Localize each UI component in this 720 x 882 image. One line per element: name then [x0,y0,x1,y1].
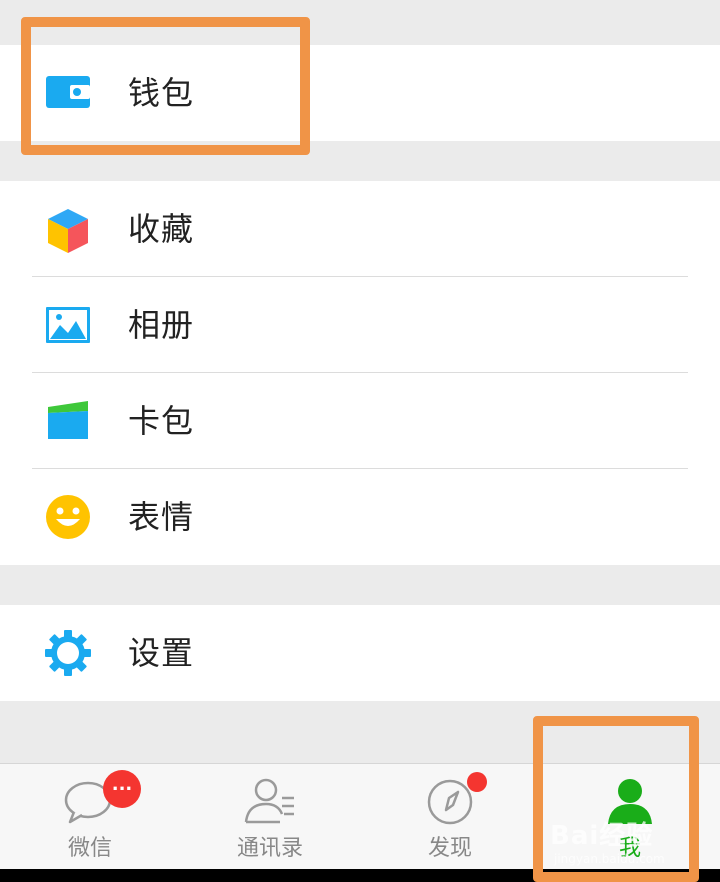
tab-contacts-label: 通讯录 [236,836,303,861]
settings-row[interactable]: 设置 [0,605,720,701]
stickers-row[interactable]: 表情 [0,469,720,565]
person-icon [608,779,652,824]
tab-discover-label: 发现 [427,836,472,861]
card-wallet-label: 卡包 [128,402,195,440]
tab-chats-label: 微信 [67,836,112,861]
features-group: 收藏 相册 卡包 表情 [0,181,720,565]
card-wallet-row[interactable]: 卡包 [0,373,720,469]
wallet-icon [46,76,90,108]
stickers-label: 表情 [128,498,195,536]
tab-discover[interactable]: 发现 [360,764,540,870]
new-dot-badge [467,772,487,792]
album-row[interactable]: 相册 [0,277,720,373]
settings-group: 设置 [0,605,720,701]
contacts-icon [244,778,294,824]
tab-me[interactable]: 我 [540,764,720,870]
album-label: 相册 [128,306,195,344]
gear-icon [45,630,91,676]
bottom-tab-bar: ... 微信 通讯录 发现 我 [0,763,720,870]
settings-label: 设置 [128,634,195,672]
tab-chats[interactable]: ... 微信 [0,764,180,870]
wallet-group: 钱包 [0,45,720,141]
unread-badge-text: ... [111,774,133,795]
me-page: 钱包 收藏 相册 卡包 表情 设置 ... 微信 通讯录 发现 我 Bai经验 … [0,0,720,882]
unread-badge: ... [103,770,141,808]
tab-contacts[interactable]: 通讯录 [180,764,360,870]
smiley-face-icon [46,495,90,539]
wallet-label: 钱包 [128,74,195,112]
favorites-cube-icon [48,209,88,253]
tab-me-label: 我 [618,836,641,861]
favorites-row[interactable]: 收藏 [0,181,720,277]
wallet-row[interactable]: 钱包 [0,45,720,141]
card-wallet-icon [48,401,88,439]
album-picture-icon [46,307,90,343]
bottom-black-strip [0,869,720,882]
favorites-label: 收藏 [128,210,195,248]
